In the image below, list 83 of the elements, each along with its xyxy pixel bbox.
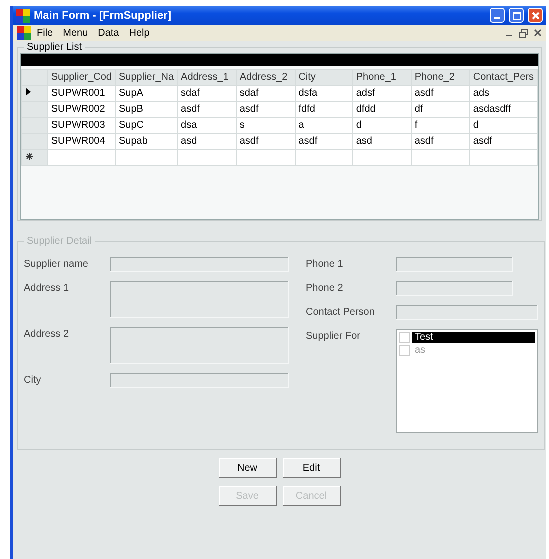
table-cell: asdf: [178, 102, 236, 118]
field-label: Contact Person: [306, 306, 376, 320]
column-header[interactable]: Address_2: [236, 70, 296, 86]
table-cell: asdf: [411, 134, 470, 150]
checkbox[interactable]: [399, 345, 410, 356]
column-header[interactable]: Supplier_Cod: [48, 70, 116, 86]
menu-item[interactable]: Menu: [59, 28, 92, 38]
window-title: Main Form - [FrmSupplier]: [34, 10, 172, 22]
table-cell: ads: [470, 86, 538, 102]
table-cell: SUPWR002: [48, 102, 116, 118]
maximize-button[interactable]: [509, 8, 524, 23]
table-cell: fdfd: [295, 102, 353, 118]
field-label: City: [24, 374, 42, 388]
field-label: Supplier name: [24, 258, 90, 272]
input-field[interactable]: [396, 305, 538, 320]
table-cell: sdaf: [236, 86, 296, 102]
column-header[interactable]: Phone_1: [352, 70, 412, 86]
table-cell: sdaf: [178, 86, 236, 102]
table-cell: asdf: [236, 134, 296, 150]
table-cell: SupC: [116, 118, 178, 134]
row-header[interactable]: [22, 86, 48, 102]
table-cell: asd: [352, 134, 412, 150]
column-header[interactable]: Phone_2: [411, 70, 470, 86]
form-button[interactable]: Edit: [282, 458, 340, 478]
table-cell: asdasdff: [470, 102, 538, 118]
data-grid[interactable]: [20, 53, 539, 220]
table-cell: SUPWR003: [48, 118, 116, 134]
asterisk-icon: [26, 153, 33, 160]
table-cell: d: [352, 118, 412, 134]
table-cell: asd: [178, 134, 236, 150]
input-field[interactable]: [396, 281, 513, 296]
app-icon: [17, 26, 31, 40]
minimize-button[interactable]: [490, 8, 505, 23]
table-cell: SUPWR004: [48, 134, 116, 150]
column-header[interactable]: Contact_Pers: [470, 70, 538, 86]
restore-icon[interactable]: [519, 28, 528, 38]
table-cell: asdf: [411, 86, 470, 102]
input-field[interactable]: [110, 373, 289, 388]
table-cell: s: [236, 118, 296, 134]
column-header[interactable]: Address_1: [178, 70, 236, 86]
table-cell: SupB: [116, 102, 178, 118]
input-field[interactable]: [110, 257, 289, 272]
close-button[interactable]: [528, 8, 543, 23]
group-title: Supplier Detail: [26, 236, 94, 247]
list-item[interactable]: Test: [412, 332, 535, 343]
table-cell: adsf: [352, 86, 412, 102]
row-header[interactable]: [22, 150, 48, 166]
table-cell: asdf: [295, 134, 353, 150]
close-icon: [532, 12, 540, 20]
field-label: Supplier For: [306, 330, 362, 344]
field-label: Phone 2: [306, 282, 344, 296]
table-cell: SupA: [116, 86, 178, 102]
corner-cell: [22, 70, 48, 86]
table-cell: a: [295, 118, 353, 134]
table-cell: d: [470, 118, 538, 134]
group-title: Supplier List: [26, 42, 84, 53]
table-cell: dsa: [178, 118, 236, 134]
menu-item[interactable]: Help: [125, 28, 154, 38]
input-field[interactable]: [110, 327, 289, 364]
menu-item[interactable]: Data: [94, 28, 124, 38]
table-cell: asdf: [236, 102, 296, 118]
app-icon: [16, 8, 30, 22]
maximize-icon: [512, 12, 520, 20]
supplier-for-list[interactable]: Test as: [396, 329, 538, 433]
table-cell: Supab: [116, 134, 178, 150]
column-header[interactable]: Supplier_Na: [116, 70, 178, 86]
checkbox[interactable]: [399, 332, 410, 343]
menu-item[interactable]: File: [33, 28, 58, 38]
field-label: Address 2: [24, 328, 70, 342]
table-cell: SUPWR001: [48, 86, 116, 102]
table-cell: f: [411, 118, 470, 134]
table-cell: df: [411, 102, 470, 118]
table-cell: asdf: [470, 134, 538, 150]
table-cell: dfdd: [352, 102, 412, 118]
column-header[interactable]: City: [295, 70, 353, 86]
table-cell: dsfa: [295, 86, 353, 102]
field-label: Address 1: [24, 282, 70, 296]
input-field[interactable]: [110, 281, 289, 318]
form-button[interactable]: New: [218, 458, 276, 478]
field-label: Phone 1: [306, 258, 344, 272]
close-icon[interactable]: [534, 29, 542, 37]
current-row-icon: [26, 88, 31, 96]
input-field[interactable]: [396, 257, 513, 272]
